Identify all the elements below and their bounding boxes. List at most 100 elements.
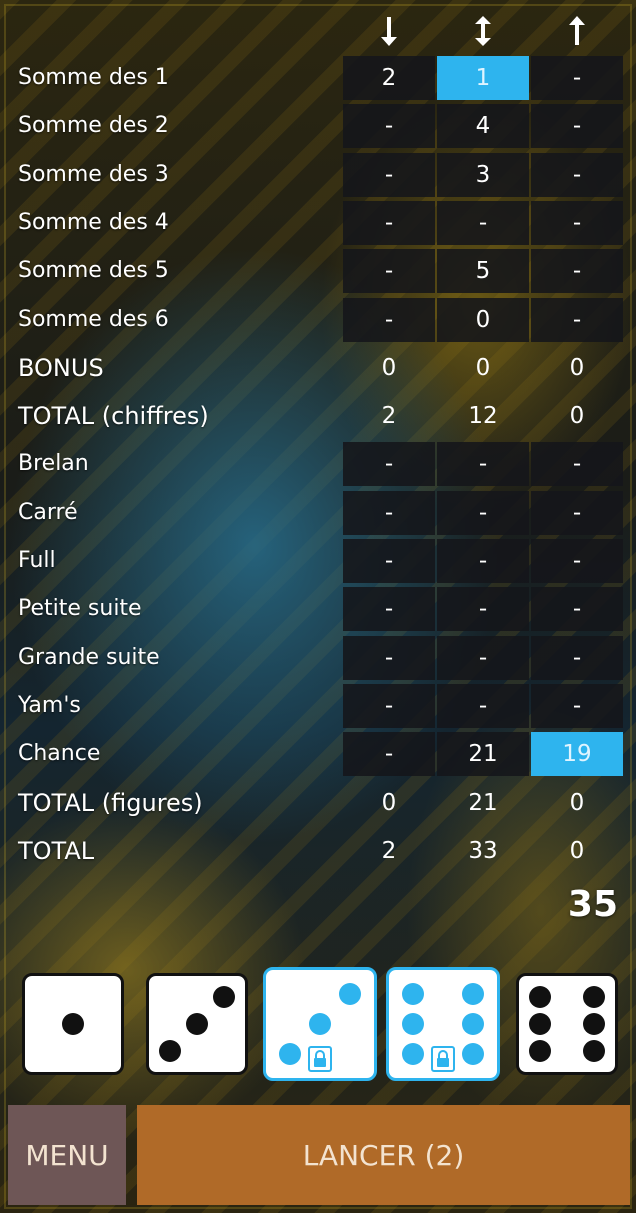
row-label: Carré [18,499,78,525]
die-pip [529,986,552,1009]
row-label: Grande suite [18,644,160,670]
score-cell[interactable]: - [437,539,529,583]
score-row: Chance -21 19 [12,732,624,777]
row-label: TOTAL (chiffres) [18,402,209,431]
score-cell[interactable]: - [531,200,623,245]
row-label: TOTAL (figures) [18,788,203,817]
score-cell[interactable]: - [343,297,435,342]
die-pip [62,1013,84,1035]
die-pip [401,1043,424,1066]
score-cell[interactable]: - [343,200,435,245]
score-cell[interactable]: - [531,104,623,149]
row-label: Somme des 6 [18,306,169,332]
score-row: Yam's - - - [12,683,624,728]
score-cell[interactable]: - [531,56,623,100]
score-cell: 0 [381,789,397,816]
score-cell: 0 [381,354,397,381]
score-cell[interactable]: - [343,587,435,632]
die-pip [278,1043,301,1066]
score-cell: 0 [475,354,491,381]
die-pip [186,1013,208,1035]
score-cell: 33 [468,837,498,864]
die-pip [462,1043,485,1066]
die-pip [582,986,605,1009]
score-cell[interactable]: - [437,587,529,632]
die-pip [401,982,424,1005]
score-cell[interactable]: - [531,249,623,294]
score-cell[interactable]: - [531,587,623,632]
die-pip [401,1013,424,1035]
row-label: Somme des 3 [18,161,169,187]
die-pip [309,1013,331,1035]
score-cell[interactable]: - [531,635,623,680]
score-cell[interactable]: - [343,442,435,487]
score-cell: 2 [381,403,397,430]
die-pip [582,1013,605,1035]
score-row: TOTAL 2 33 0 [12,829,624,873]
score-cell[interactable]: - [343,490,435,535]
score-cell[interactable]: - [437,200,529,245]
score-cell[interactable]: 2 [343,56,435,100]
die-2[interactable] [146,973,248,1075]
score-cell[interactable]: - [531,683,623,728]
score-cell[interactable]: 1 [437,56,529,100]
score-cell[interactable]: - [343,732,435,777]
score-cell[interactable]: - [437,683,529,728]
score-cell[interactable]: - [343,539,435,583]
score-cell[interactable]: - [531,539,623,583]
column-header [0,12,636,50]
die-pip [462,982,485,1005]
score-cell[interactable]: - [531,442,623,487]
row-label: Chance [18,741,101,767]
score-cell[interactable]: 4 [437,104,529,149]
score-row: Somme des 3 -3- [12,152,624,197]
score-cell[interactable]: 19 [531,732,623,777]
row-label: Somme des 4 [18,209,169,235]
score-cell[interactable]: 21 [437,732,529,777]
score-cell[interactable]: 5 [437,249,529,294]
lock-icon [431,1046,455,1072]
die-pip [529,1013,552,1035]
score-cell[interactable]: - [437,490,529,535]
score-cell: 2 [381,837,397,864]
arrow-updown-icon [436,12,530,50]
score-cell[interactable]: - [437,442,529,487]
score-cell[interactable]: - [531,152,623,197]
score-cell[interactable]: - [531,490,623,535]
score-cell: 12 [468,403,498,430]
score-cell[interactable]: - [343,683,435,728]
score-cell[interactable]: - [343,249,435,294]
score-cell[interactable]: 0 [437,297,529,342]
die-5[interactable] [516,973,618,1075]
score-row: Somme des 5 -5- [12,249,624,294]
roll-button[interactable]: LANCER (2) [137,1105,630,1205]
row-label: Petite suite [18,596,142,622]
score-cell[interactable]: - [531,297,623,342]
score-row: Somme des 4--- [12,200,624,245]
score-cell[interactable]: - [343,152,435,197]
row-label: Somme des 5 [18,258,169,284]
score-row: Petite suite - - - [12,587,624,632]
die-3[interactable] [263,967,377,1081]
menu-button[interactable]: MENU [8,1105,126,1205]
score-row: Somme des 6 -0- [12,297,624,342]
score-row: TOTAL (chiffres) 2 12 0 [12,394,624,438]
score-row: Somme des 1 21- [12,56,624,100]
score-cell: 0 [569,789,585,816]
lock-icon [308,1046,332,1072]
score-cell: 0 [569,403,585,430]
row-label: Somme des 1 [18,65,169,90]
score-cell: 0 [569,354,585,381]
score-row: Somme des 2 -4- [12,104,624,149]
score-cell[interactable]: - [437,635,529,680]
die-pip [582,1039,605,1062]
row-label: Full [18,548,56,573]
score-cell[interactable]: - [343,104,435,149]
score-cell[interactable]: - [343,635,435,680]
score-row: Carré - - - [12,490,624,535]
die-1[interactable] [22,973,124,1075]
score-row: Brelan - - - [12,442,624,487]
score-cell[interactable]: 3 [437,152,529,197]
row-label: Somme des 2 [18,113,169,139]
die-4[interactable] [386,967,500,1081]
